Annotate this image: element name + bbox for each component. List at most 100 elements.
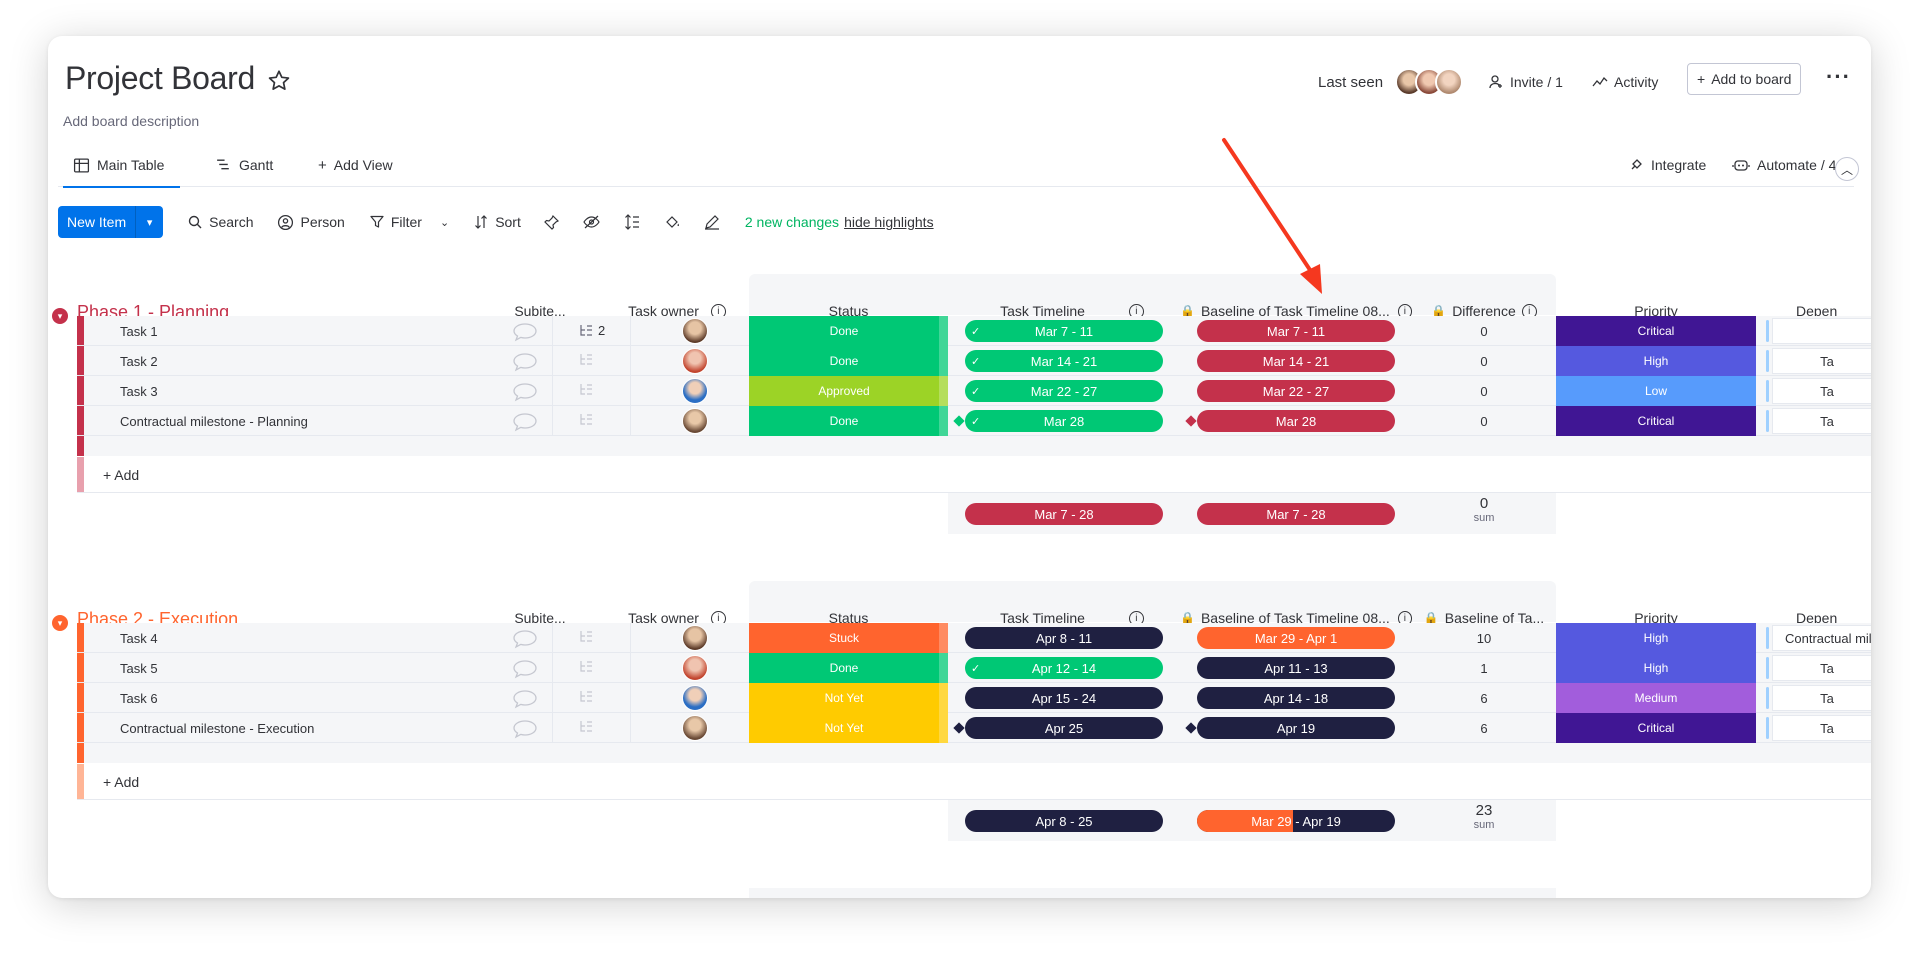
timeline-pill[interactable]: ✓ Mar 14 - 21 [965, 350, 1163, 372]
subitems-icon[interactable] [578, 660, 594, 674]
status-cell[interactable]: Done [749, 653, 948, 683]
collapse-group-icon[interactable]: ▾ [52, 308, 68, 324]
status-cell[interactable]: Done [749, 346, 948, 376]
pin-icon[interactable] [543, 213, 561, 231]
add-item-row[interactable]: + Add [103, 457, 139, 492]
status-cell[interactable]: Done [749, 406, 948, 436]
priority-cell[interactable]: High [1556, 346, 1756, 376]
automate-button[interactable]: Automate / 4 [1732, 143, 1836, 187]
star-icon[interactable] [266, 68, 292, 94]
avatar[interactable] [682, 408, 708, 434]
dependency-cell[interactable]: Ta [1772, 408, 1871, 434]
baseline-pill[interactable]: Mar 28 [1197, 410, 1395, 432]
comment-icon[interactable] [512, 659, 538, 682]
chevron-down-icon[interactable]: ▾ [135, 206, 163, 238]
subitems-icon[interactable] [578, 383, 594, 397]
priority-cell[interactable]: High [1556, 623, 1756, 653]
priority-cell[interactable]: Critical [1556, 316, 1756, 346]
timeline-pill[interactable]: ✓ Apr 12 - 14 [965, 657, 1163, 679]
search-button[interactable]: Search [187, 214, 253, 230]
status-cell[interactable]: Not Yet [749, 713, 948, 743]
priority-cell[interactable]: Low [1556, 376, 1756, 406]
item-name[interactable]: Task 3 [120, 376, 158, 406]
avatar[interactable] [682, 318, 708, 344]
collapse-header-button[interactable]: ︿ [1835, 157, 1859, 181]
sort-button[interactable]: Sort [473, 214, 521, 230]
dependency-cell[interactable]: Ta [1772, 378, 1871, 404]
comment-icon[interactable] [512, 382, 538, 405]
timeline-pill[interactable]: ✓ Mar 28 [965, 410, 1163, 432]
priority-cell[interactable]: Medium [1556, 683, 1756, 713]
status-cell[interactable]: Done [749, 316, 948, 346]
subitems-icon[interactable]: 2 [578, 323, 605, 338]
item-name[interactable]: Task 4 [120, 623, 158, 653]
baseline-pill[interactable]: Mar 14 - 21 [1197, 350, 1395, 372]
row-height-icon[interactable] [623, 213, 641, 231]
tab-gantt[interactable]: Gantt [215, 143, 273, 187]
comment-icon[interactable] [512, 689, 538, 712]
avatar[interactable] [682, 348, 708, 374]
hide-highlights-link[interactable]: hide highlights [844, 214, 934, 230]
new-item-label[interactable]: New Item [58, 206, 135, 238]
timeline-pill[interactable]: ✓ Mar 7 - 11 [965, 320, 1163, 342]
comment-icon[interactable] [512, 719, 538, 742]
avatar[interactable] [682, 378, 708, 404]
add-view-button[interactable]: + Add View [318, 143, 393, 187]
baseline-pill[interactable]: Mar 22 - 27 [1197, 380, 1395, 402]
board-description[interactable]: Add board description [63, 113, 199, 129]
filter-button[interactable]: Filter ⌄ [369, 214, 449, 230]
dependency-cell[interactable]: Ta [1772, 715, 1871, 741]
baseline-pill[interactable]: Mar 7 - 11 [1197, 320, 1395, 342]
item-name[interactable]: Task 2 [120, 346, 158, 376]
item-name[interactable]: Task 6 [120, 683, 158, 713]
status-cell[interactable]: Not Yet [749, 683, 948, 713]
more-icon[interactable]: ··· [1826, 66, 1851, 88]
new-item-button[interactable]: New Item ▾ [58, 206, 164, 238]
avatar[interactable] [682, 625, 708, 651]
board-title[interactable]: Project Board [65, 60, 255, 97]
baseline-pill[interactable]: Apr 19 [1197, 717, 1395, 739]
collapse-group-icon[interactable]: ▾ [52, 615, 68, 631]
priority-cell[interactable]: High [1556, 653, 1756, 683]
subitems-icon[interactable] [578, 353, 594, 367]
edit-icon[interactable] [703, 213, 721, 231]
avatar[interactable] [682, 685, 708, 711]
priority-cell[interactable]: Critical [1556, 406, 1756, 436]
add-to-board-button[interactable]: + Add to board [1687, 63, 1802, 95]
integrate-button[interactable]: Integrate [1628, 143, 1706, 187]
item-name[interactable]: Task 5 [120, 653, 158, 683]
tab-main-table[interactable]: Main Table [62, 143, 181, 188]
hide-icon[interactable] [583, 213, 601, 231]
last-seen[interactable]: Last seen [1318, 66, 1464, 98]
subitems-icon[interactable] [578, 720, 594, 734]
baseline-pill[interactable]: Mar 29 - Apr 1 [1197, 627, 1395, 649]
timeline-pill[interactable]: ✓ Mar 22 - 27 [965, 380, 1163, 402]
baseline-pill[interactable]: Apr 11 - 13 [1197, 657, 1395, 679]
timeline-pill[interactable]: Apr 8 - 11 [965, 627, 1163, 649]
item-name[interactable]: Contractual milestone - Planning [120, 406, 308, 436]
activity-button[interactable]: Activity [1592, 66, 1658, 98]
status-cell[interactable]: Stuck [749, 623, 948, 653]
item-name[interactable]: Contractual milestone - Execution [120, 713, 314, 743]
person-filter-button[interactable]: Person [277, 214, 345, 231]
status-cell[interactable]: Approved [749, 376, 948, 406]
dependency-cell[interactable]: Ta [1772, 655, 1871, 681]
dependency-cell[interactable]: Ta [1772, 348, 1871, 374]
invite-button[interactable]: Invite / 1 [1488, 66, 1563, 98]
subitems-icon[interactable] [578, 630, 594, 644]
comment-icon[interactable] [512, 629, 538, 652]
baseline-pill[interactable]: Apr 14 - 18 [1197, 687, 1395, 709]
timeline-pill[interactable]: Apr 25 [965, 717, 1163, 739]
item-name[interactable]: Task 1 [120, 316, 158, 346]
dependency-cell[interactable] [1772, 318, 1871, 344]
comment-icon[interactable] [512, 412, 538, 435]
avatar[interactable] [682, 715, 708, 741]
dependency-cell[interactable]: Ta [1772, 685, 1871, 711]
avatar[interactable] [682, 655, 708, 681]
timeline-pill[interactable]: Apr 15 - 24 [965, 687, 1163, 709]
comment-icon[interactable] [512, 352, 538, 375]
add-item-row[interactable]: + Add [103, 764, 139, 799]
subitems-icon[interactable] [578, 690, 594, 704]
comment-icon[interactable] [512, 322, 538, 345]
subitems-icon[interactable] [578, 413, 594, 427]
